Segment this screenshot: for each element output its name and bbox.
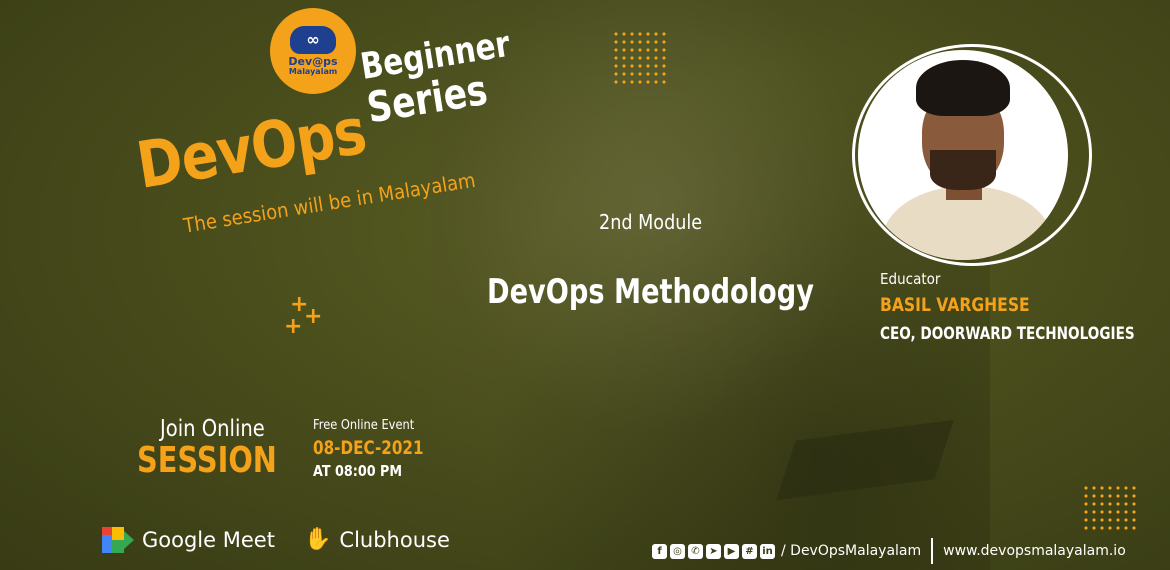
- social-handle[interactable]: / DevOpsMalayalam: [781, 543, 921, 559]
- footer-divider: [931, 538, 934, 564]
- waving-hand-icon: ✋: [304, 527, 332, 552]
- devops-title: DevOps: [132, 94, 371, 204]
- facebook-icon[interactable]: f: [652, 543, 667, 559]
- module-topic: DevOps Methodology: [487, 272, 814, 312]
- footer: f ◎ ✆ ➤ ▶ # in / DevOpsMalayalam www.dev…: [652, 538, 1126, 564]
- dot-pattern-bottom: [1082, 484, 1138, 532]
- instagram-icon[interactable]: ◎: [670, 543, 685, 559]
- platform-clubhouse: ✋ Clubhouse: [304, 527, 450, 552]
- educator-name: BASIL VARGHESE: [880, 294, 1030, 316]
- devops-malayalam-logo: ∞ Dev@ps Malayalam: [270, 8, 356, 94]
- event-date: 08-DEC-2021: [313, 437, 424, 459]
- youtube-icon[interactable]: ▶: [724, 543, 739, 559]
- social-icons: f ◎ ✆ ➤ ▶ # in: [652, 543, 775, 559]
- logo-line-1: Dev@ps: [288, 54, 338, 68]
- module-label: 2nd Module: [599, 210, 703, 234]
- slack-icon[interactable]: #: [742, 543, 757, 559]
- join-online-label: Join Online: [160, 416, 265, 442]
- telegram-icon[interactable]: ➤: [706, 543, 721, 559]
- logo-line-2: Malayalam: [288, 66, 338, 76]
- infinity-glyph: ∞: [306, 30, 320, 49]
- linkedin-icon[interactable]: in: [760, 543, 775, 559]
- website-link[interactable]: www.devopsmalayalam.io: [943, 543, 1126, 559]
- platform-google-meet: Google Meet: [102, 527, 275, 553]
- join-session-label: SESSION: [137, 440, 277, 481]
- event-type: Free Online Event: [313, 418, 415, 433]
- dot-pattern-top: [612, 30, 668, 86]
- platform-clubhouse-label: Clubhouse: [339, 527, 450, 552]
- google-meet-icon: [102, 527, 134, 553]
- whatsapp-icon[interactable]: ✆: [688, 543, 703, 559]
- educator-role: CEO, DOORWARD TECHNOLOGIES: [880, 324, 1135, 344]
- cloud-infinity-icon: ∞: [290, 25, 336, 54]
- educator-label: Educator: [880, 270, 941, 288]
- educator-photo: [858, 50, 1068, 260]
- event-time: AT 08:00 PM: [313, 462, 403, 480]
- platform-google-meet-label: Google Meet: [142, 528, 275, 552]
